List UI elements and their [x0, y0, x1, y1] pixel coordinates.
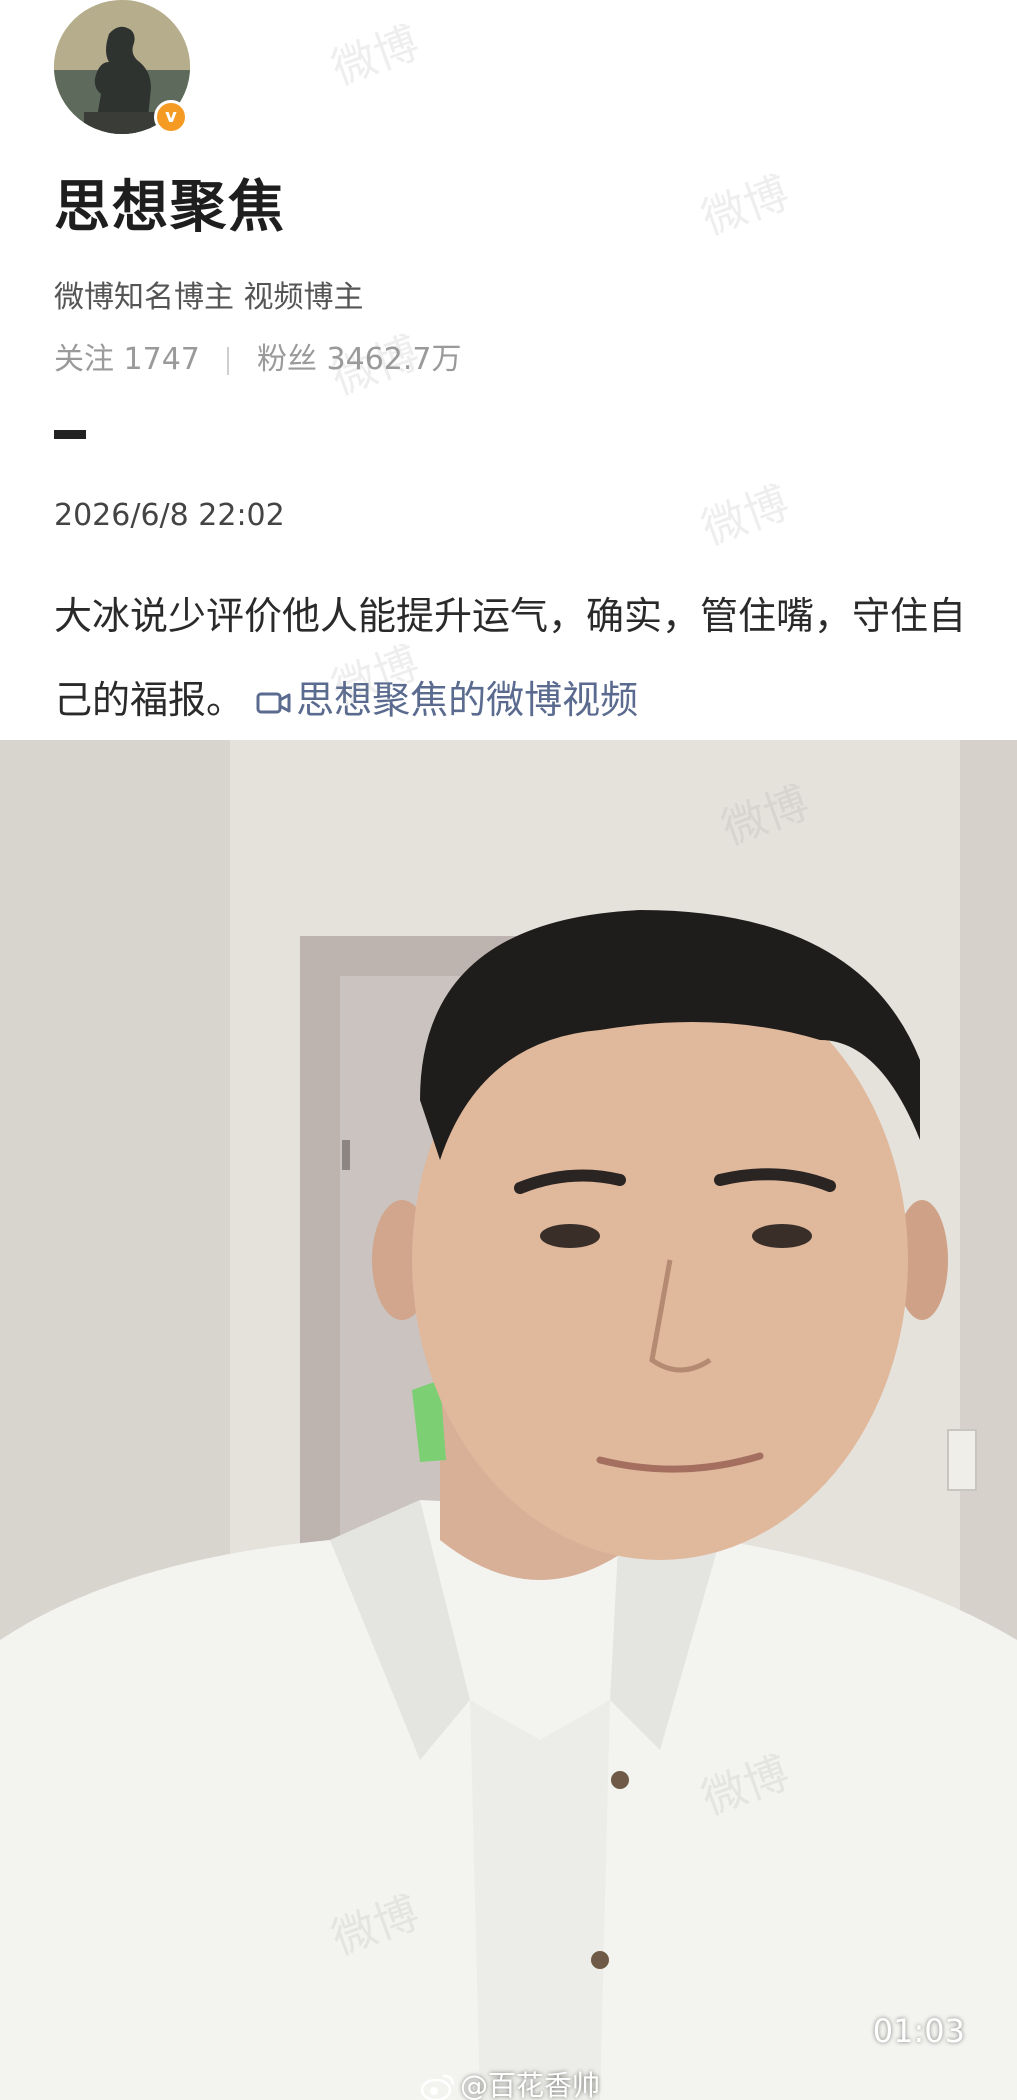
video-camera-icon	[256, 692, 291, 713]
followers-label[interactable]: 粉丝	[257, 342, 317, 377]
weibo-logo-icon	[420, 2074, 455, 2100]
following-label[interactable]: 关注	[54, 342, 114, 377]
source-credit: @百花香帅	[420, 2064, 600, 2100]
video-link[interactable]: 思想聚焦的微博视频	[256, 678, 638, 722]
followers-count[interactable]: 3462.7万	[327, 342, 462, 377]
profile-tags: 微博知名博主 视频博主	[54, 280, 364, 315]
post-date: 2026/6/8 22:02	[54, 498, 285, 533]
watermark: 微博	[695, 167, 796, 246]
section-divider	[54, 430, 86, 439]
video-duration: 01:03	[872, 2012, 965, 2050]
following-count[interactable]: 1747	[124, 342, 200, 377]
verified-badge-icon: v	[154, 100, 188, 134]
watermark: 微博	[695, 477, 796, 556]
profile-name[interactable]: 思想聚焦	[54, 162, 286, 243]
video-frame	[0, 740, 1017, 2100]
post-text: 大冰说少评价他人能提升运气，确实，管住嘴，守住自己的福报。 思想聚焦的微博视频	[54, 574, 974, 742]
video-link-label[interactable]: 思想聚焦的微博视频	[296, 678, 638, 722]
stats-divider	[227, 346, 230, 375]
video-player[interactable]: 微博 微博 微博 01:03 @百花香帅	[0, 740, 1017, 2100]
profile-stats: 关注 1747 粉丝 3462.7万	[54, 334, 462, 378]
profile-header: v 思想聚焦 微博知名博主 视频博主 关注 1747 粉丝 3462.7万 20…	[0, 0, 1017, 740]
source-handle: @百花香帅	[460, 2069, 601, 2100]
watermark: 微博	[325, 17, 426, 96]
